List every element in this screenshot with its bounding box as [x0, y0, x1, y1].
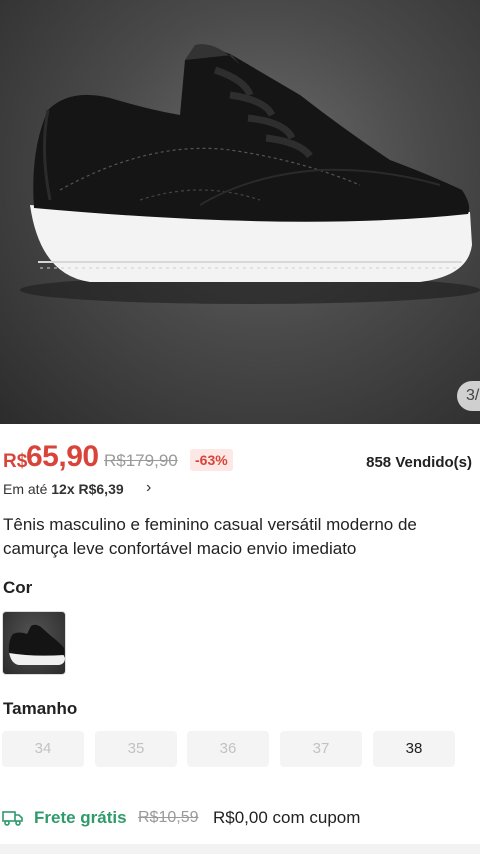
shipping-final-price: R$0,00 com cupom	[213, 808, 361, 827]
shipping-original-price: R$10,59	[138, 809, 199, 826]
chevron-right-icon[interactable]: ›	[146, 479, 151, 497]
size-option-36[interactable]: 36	[187, 731, 269, 767]
truck-icon	[2, 809, 24, 832]
image-counter: 3/	[457, 381, 480, 411]
product-image-gallery[interactable]: 3/	[0, 0, 480, 424]
free-shipping-label: Frete grátis	[34, 808, 127, 827]
installment-prefix: Em até	[3, 481, 52, 497]
price-row: R$ 65,90 R$179,90 -63% 858 Vendido(s)	[0, 440, 480, 476]
color-label: Cor	[3, 578, 33, 597]
discount-badge: -63%	[190, 449, 233, 471]
current-price: 65,90	[26, 440, 99, 473]
original-price: R$179,90	[104, 451, 178, 470]
size-option-35[interactable]: 35	[95, 731, 177, 767]
installment-info[interactable]: Em até 12x R$6,39	[3, 481, 124, 497]
shipping-info[interactable]: Frete grátis R$10,59 R$0,00 com cupom	[0, 805, 480, 831]
sneaker-image	[20, 44, 480, 304]
product-title: Tênis masculino e feminino casual versát…	[3, 515, 417, 558]
price-currency: R$	[3, 451, 28, 472]
size-option-34[interactable]: 34	[2, 731, 84, 767]
size-option-37[interactable]: 37	[280, 731, 362, 767]
size-option-38[interactable]: 38	[373, 731, 455, 767]
swatch-sneaker-image	[8, 624, 65, 665]
size-label: Tamanho	[3, 699, 78, 718]
color-swatch[interactable]	[2, 611, 66, 675]
sold-count: 858 Vendido(s)	[366, 454, 472, 471]
section-divider	[0, 844, 480, 854]
installment-value: 12x R$6,39	[51, 481, 124, 497]
